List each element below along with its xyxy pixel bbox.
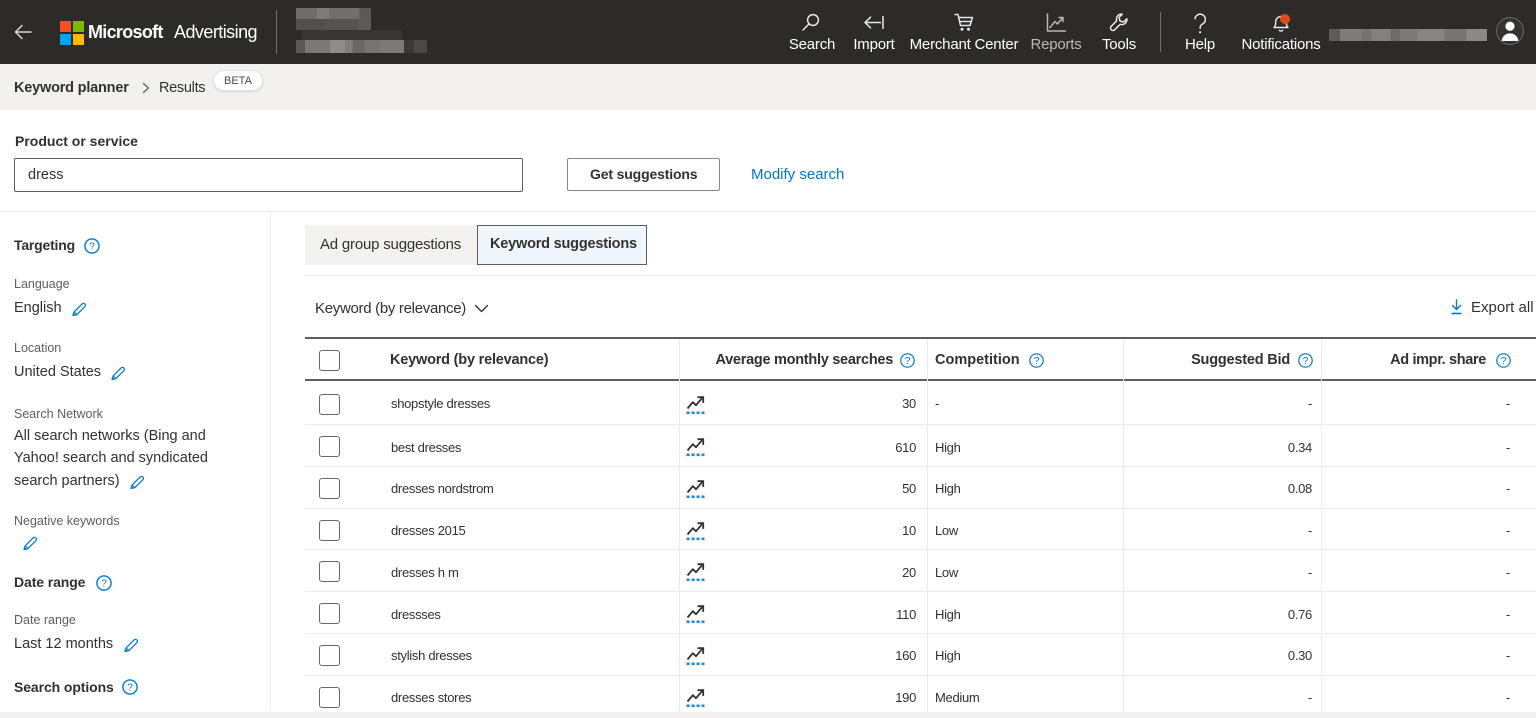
- svg-text:?: ?: [1303, 355, 1309, 367]
- svg-text:?: ?: [905, 355, 911, 367]
- svg-text:?: ?: [101, 579, 107, 590]
- svg-text:?: ?: [127, 683, 133, 694]
- svg-text:?: ?: [89, 242, 95, 253]
- svg-text:?: ?: [1501, 355, 1507, 367]
- svg-text:?: ?: [1034, 355, 1040, 367]
